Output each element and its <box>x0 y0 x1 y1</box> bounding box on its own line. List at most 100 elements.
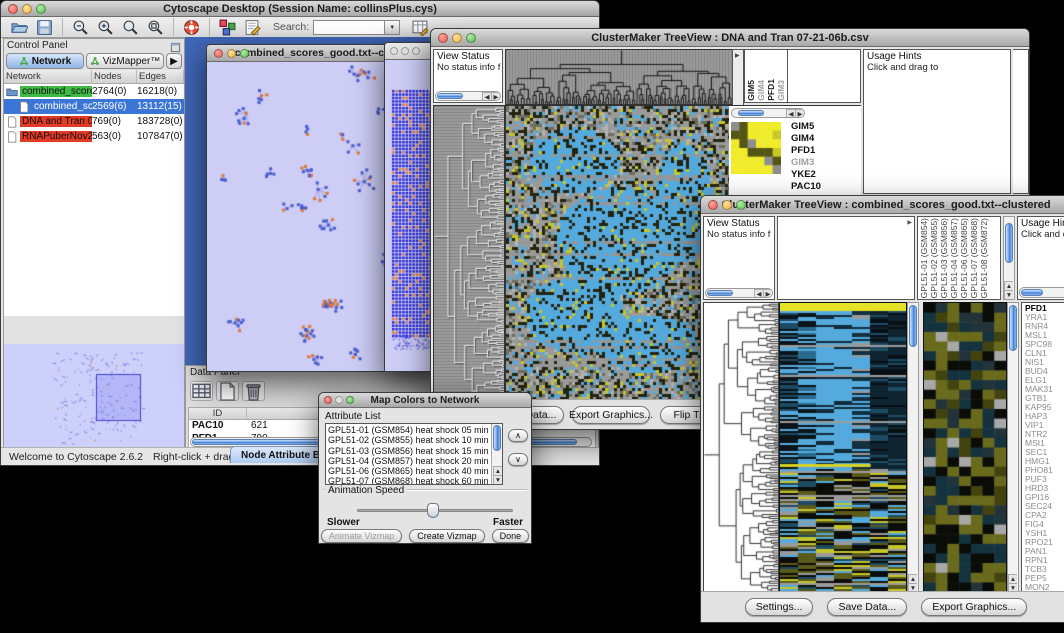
tv2-detail-vscrollbar[interactable]: ▲▼ <box>1007 302 1019 593</box>
map-colors-dialog: Map Colors to Network Attribute List GPL… <box>318 392 532 544</box>
tv2-heatmap[interactable] <box>779 302 907 593</box>
tv1-column-labels: GIM5GIM4PFD1GIM3YKE2PAC10 <box>744 49 788 103</box>
tv1-similarity-matrix[interactable] <box>731 122 781 174</box>
control-panel-tab[interactable]: Network <box>6 53 84 69</box>
zoom-window-icon[interactable] <box>412 47 420 55</box>
tv1-usage-hints-panel: Usage Hints Click and drag to <box>863 49 1011 194</box>
gene-label[interactable]: GIM3 <box>791 157 821 169</box>
gene-label[interactable]: GIM4 <box>791 133 821 145</box>
gene-label[interactable]: YKE2 <box>791 169 821 181</box>
status-welcome: Welcome to Cytoscape 2.6.2 <box>9 451 143 463</box>
tv2-detail-heatmap[interactable] <box>923 302 1007 593</box>
network-tab-icon <box>19 56 29 66</box>
close-icon[interactable] <box>324 396 332 404</box>
minimize-icon[interactable] <box>452 33 462 43</box>
attribute-item[interactable]: GPL51-03 (GSM856) heat shock 15 min <box>328 446 500 456</box>
birdseye-view[interactable] <box>4 344 184 448</box>
network-row[interactable]: RNAPuberNov2+ 563(0) 107847(0) <box>4 129 184 144</box>
gene-label[interactable]: PFD1 <box>791 145 821 157</box>
speed-slider-thumb[interactable] <box>427 503 439 518</box>
attribute-list[interactable]: GPL51-01 (GSM854) heat shock 05 minGPL51… <box>325 423 503 485</box>
tv2-heatmap-vscrollbar[interactable]: ▲▼ <box>907 302 919 593</box>
tv2-column-labels: GPL51-01 (GSM854)GPL51-02 (GSM855)GPL51-… <box>917 216 1001 300</box>
save-data-button[interactable]: Save Data... <box>827 598 907 616</box>
column-label: GPL51-04 (GSM857) <box>949 218 959 298</box>
open-icon[interactable] <box>7 17 32 37</box>
tv2-column-tree-area[interactable]: ▶ <box>777 216 915 300</box>
search-input[interactable]: ▼ <box>313 20 400 35</box>
minimize-icon[interactable] <box>335 396 343 404</box>
minimize-icon[interactable] <box>227 49 236 58</box>
control-panel-tab[interactable]: VizMapper™ <box>86 53 164 69</box>
treeview1-titlebar[interactable]: ClusterMaker TreeView : DNA and Tran 07-… <box>431 29 1029 47</box>
attribute-item[interactable]: GPL51-01 (GSM854) heat shock 05 min <box>328 425 500 435</box>
tv1-column-dendrogram[interactable] <box>505 49 733 105</box>
export-graphics-button[interactable]: Export Graphics... <box>921 598 1027 616</box>
zoom-window-icon[interactable] <box>466 33 476 43</box>
tv2-top-vscrollbar[interactable]: ▲▼ <box>1003 216 1015 300</box>
treeview2-titlebar[interactable]: ClusterMaker TreeView : combined_scores_… <box>701 196 1064 214</box>
search-dropdown-icon[interactable]: ▼ <box>385 20 400 35</box>
tv1-heatmap[interactable] <box>505 105 733 403</box>
vizmapper-icon[interactable] <box>215 17 240 37</box>
attribute-item[interactable]: GPL51-04 (GSM857) heat shock 20 min <box>328 456 500 466</box>
tv1-detail-hscrollbar[interactable]: ◀▶ <box>731 108 805 118</box>
zoom-in-icon[interactable] <box>93 17 118 37</box>
attribute-item[interactable]: GPL51-02 (GSM855) heat shock 10 min <box>328 435 500 445</box>
close-icon[interactable] <box>390 47 398 55</box>
zoom-out-icon[interactable] <box>68 17 93 37</box>
page-icon[interactable] <box>216 381 239 401</box>
treeview2-window: ClusterMaker TreeView : combined_scores_… <box>700 195 1064 623</box>
annotation-icon[interactable] <box>240 17 265 37</box>
move-up-button[interactable]: ∧ <box>508 429 528 442</box>
close-icon[interactable] <box>214 49 223 58</box>
export-graphics-button[interactable]: Export Graphics... <box>572 406 650 424</box>
gene-label[interactable]: GIM5 <box>791 121 821 133</box>
gene-label[interactable]: PAC10 <box>791 181 821 193</box>
zoom-window-icon[interactable] <box>346 396 354 404</box>
settings-button[interactable]: Settings... <box>745 598 814 616</box>
network-row[interactable]: DNA and Tran 07 769(0) 183728(0) <box>4 114 184 129</box>
tv1-status-hscrollbar[interactable]: ◀▶ <box>435 91 501 101</box>
close-icon[interactable] <box>8 4 18 14</box>
tv2-row-dendrogram[interactable] <box>703 302 779 593</box>
attribute-list-vscrollbar[interactable]: ▲▼ <box>491 424 502 484</box>
zoom-window-icon[interactable] <box>240 49 249 58</box>
minimize-icon[interactable] <box>22 4 32 14</box>
column-label: GPL51-02 (GSM855) <box>929 218 939 298</box>
control-panel-title: Control Panel <box>7 40 68 51</box>
trash-icon[interactable] <box>242 381 265 401</box>
window-controls[interactable] <box>8 4 46 14</box>
network-row[interactable]: combined_scores 2764(0) 16218(0) <box>4 84 184 99</box>
zoom-selected-icon[interactable] <box>118 17 143 37</box>
slower-label: Slower <box>327 517 360 528</box>
dialog-button[interactable]: Create Vizmap <box>409 529 484 543</box>
tv2-status-hscrollbar[interactable]: ◀▶ <box>705 288 773 298</box>
float-panel-icon[interactable] <box>170 40 181 51</box>
main-titlebar[interactable]: Cytoscape Desktop (Session Name: collins… <box>1 1 599 17</box>
column-label: GPL51-07 (GSM868) <box>969 218 979 298</box>
save-icon[interactable] <box>32 17 57 37</box>
dialog-titlebar[interactable]: Map Colors to Network <box>319 393 531 408</box>
zoom-window-icon[interactable] <box>36 4 46 14</box>
column-label: GPL51-03 (GSM856) <box>939 218 949 298</box>
move-down-button[interactable]: ∨ <box>508 453 528 466</box>
zoom-window-icon[interactable] <box>736 200 746 210</box>
treeview2-title: ClusterMaker TreeView : combined_scores_… <box>717 199 1055 211</box>
minimize-icon[interactable] <box>401 47 409 55</box>
close-icon[interactable] <box>708 200 718 210</box>
network-tab-icon <box>90 56 100 66</box>
close-icon[interactable] <box>438 33 448 43</box>
dialog-button[interactable]: Animate Vizmap <box>321 529 402 543</box>
dialog-button[interactable]: Done <box>492 529 530 543</box>
tv1-row-dendrogram[interactable] <box>433 105 505 403</box>
table-icon[interactable] <box>190 381 213 401</box>
more-tabs-button[interactable]: ▶ <box>166 53 182 69</box>
attribute-item[interactable]: GPL51-07 (GSM868) heat shock 60 min <box>328 476 500 485</box>
attribute-item[interactable]: GPL51-06 (GSM865) heat shock 40 min <box>328 466 500 476</box>
zoom-fit-icon[interactable] <box>143 17 168 37</box>
minimize-icon[interactable] <box>722 200 732 210</box>
tv2-usage-hscrollbar[interactable] <box>1019 287 1064 298</box>
network-row[interactable]: combined_sco 2569(6) 13112(15) <box>4 99 184 114</box>
help-icon[interactable] <box>179 17 204 37</box>
